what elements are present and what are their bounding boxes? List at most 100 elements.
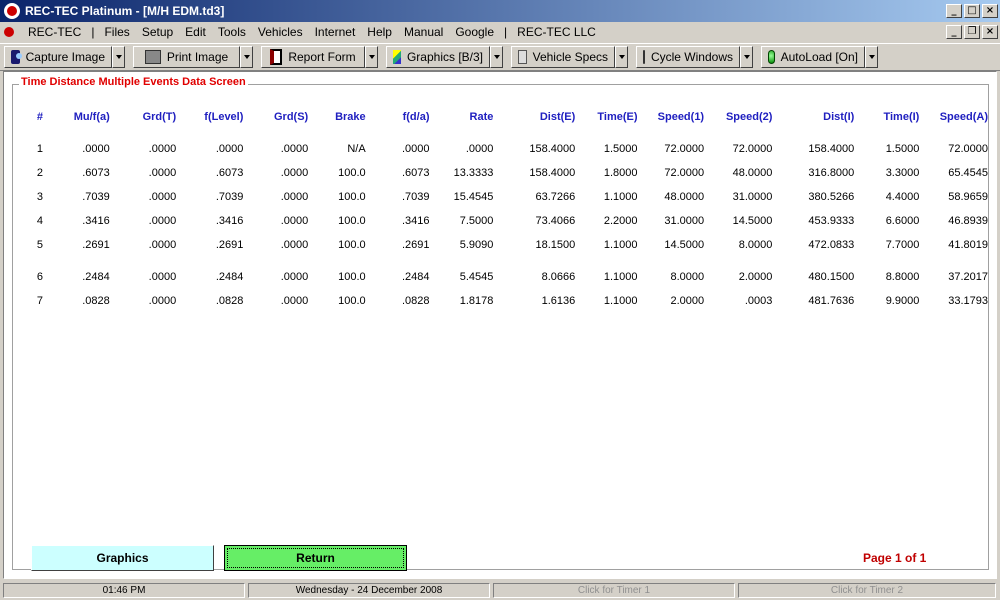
table-cell: 100.0: [338, 167, 366, 179]
menu-manual[interactable]: Manual: [398, 25, 449, 39]
table-cell: .3416: [215, 215, 244, 227]
table-cell: 6.6000: [885, 215, 920, 227]
table-cell: 481.7636: [808, 295, 855, 307]
table-cell: 46.8939: [948, 215, 988, 227]
capture-image-button[interactable]: Capture Image: [4, 46, 112, 68]
table-cell: 33.1793: [948, 295, 988, 307]
table-cell: 158.4000: [808, 143, 855, 155]
table-cell: 5.9090: [459, 239, 494, 251]
menu-separator: |: [504, 25, 508, 39]
table-cell: 1.1000: [603, 271, 638, 283]
table-cell: .3416: [82, 215, 110, 227]
table-cell: 6: [36, 271, 43, 283]
menu-rectec-llc[interactable]: REC-TEC LLC: [511, 25, 602, 39]
report-form-dropdown[interactable]: [365, 46, 378, 68]
mdi-restore-icon[interactable]: ❐: [964, 25, 980, 39]
table-row: 5 .2691 .0000 .2691 .0000 100.0 .2691 5.9090 18.…: [25, 233, 988, 257]
table-cell: 1.8000: [603, 167, 638, 179]
table-cell: 7.7000: [885, 239, 920, 251]
table-cell: .2691: [215, 239, 244, 251]
table-cell: 72.0000: [664, 143, 705, 155]
menu-help[interactable]: Help: [361, 25, 398, 39]
table-cell: .0000: [148, 295, 177, 307]
camera-icon: [11, 50, 22, 64]
table-cell: 1.1000: [603, 295, 638, 307]
menu-internet[interactable]: Internet: [309, 25, 362, 39]
menu-vehicles[interactable]: Vehicles: [252, 25, 309, 39]
column-header: Speed(1): [657, 111, 705, 123]
table-header-row: # Mu/f(a) Grd(T) f(Level) Grd(S) Brake f…: [25, 105, 988, 129]
events-table: # Mu/f(a) Grd(T) f(Level) Grd(S) Brake f…: [25, 105, 988, 313]
maximize-icon[interactable]: □: [964, 4, 980, 18]
mdi-close-icon[interactable]: ×: [982, 25, 998, 39]
table-cell: .2484: [82, 271, 110, 283]
table-cell: .0000: [280, 143, 309, 155]
app-logo-icon[interactable]: [4, 3, 20, 19]
mdi-window-controls: _ ❐ ×: [946, 25, 998, 39]
table-cell: 316.8000: [808, 167, 855, 179]
column-header: Rate: [469, 111, 494, 123]
table-cell: 2.0000: [738, 271, 773, 283]
autoload-dropdown[interactable]: [865, 46, 878, 68]
minimize-icon[interactable]: _: [946, 4, 962, 18]
menu-tools[interactable]: Tools: [212, 25, 252, 39]
report-icon: [270, 49, 283, 65]
graphics-toolbar-button[interactable]: Graphics [B/3]: [386, 46, 490, 68]
table-cell: 15.4545: [453, 191, 494, 203]
table-cell: 1: [36, 143, 43, 155]
vehicle-specs-button[interactable]: Vehicle Specs: [511, 46, 615, 68]
vehicle-specs-dropdown[interactable]: [615, 46, 628, 68]
rectec-logo-icon[interactable]: [4, 25, 20, 39]
table-cell: 100.0: [338, 215, 366, 227]
column-header: Speed(A): [939, 111, 988, 123]
table-cell: 14.5000: [664, 239, 705, 251]
table-cell: 3: [36, 191, 43, 203]
menu-edit[interactable]: Edit: [179, 25, 212, 39]
table-cell: 100.0: [338, 295, 366, 307]
table-cell: 7: [36, 295, 43, 307]
menu-google[interactable]: Google: [449, 25, 500, 39]
table-row: 2 .6073 .0000 .6073 .0000 100.0 .6073 13.3333 15…: [25, 161, 988, 185]
graphics-button[interactable]: Graphics: [31, 545, 214, 571]
table-cell: 31.0000: [664, 215, 705, 227]
table-cell: .7039: [215, 191, 244, 203]
capture-image-dropdown[interactable]: [112, 46, 125, 68]
table-cell: .0000: [148, 167, 177, 179]
table-cell: 100.0: [338, 271, 366, 283]
table-cell: .0000: [401, 143, 430, 155]
print-image-button[interactable]: Print Image: [133, 46, 240, 68]
table-row: 7 .0828 .0000 .0828 .0000 100.0 .0828 1.8178 1.6…: [25, 289, 988, 313]
table-cell: 158.4000: [529, 143, 576, 155]
mdi-minimize-icon[interactable]: _: [946, 25, 962, 39]
autoload-button[interactable]: AutoLoad [On]: [761, 46, 865, 68]
print-image-dropdown[interactable]: [240, 46, 253, 68]
graphics-toolbar-label: Graphics [B/3]: [406, 50, 483, 64]
column-header: #: [36, 111, 43, 123]
graphics-dropdown[interactable]: [490, 46, 503, 68]
status-time: 01:46 PM: [3, 583, 245, 598]
menu-bar: REC-TEC | Files Setup Edit Tools Vehicle…: [0, 22, 1000, 42]
table-cell: 472.0833: [808, 239, 855, 251]
table-cell: 1.8178: [459, 295, 494, 307]
menu-files[interactable]: Files: [98, 25, 135, 39]
return-button[interactable]: Return: [224, 545, 407, 571]
print-image-label: Print Image: [166, 50, 229, 64]
close-icon[interactable]: ×: [982, 4, 998, 18]
menu-rectec[interactable]: REC-TEC: [22, 25, 87, 39]
table-cell: 5.4545: [459, 271, 494, 283]
timer-2-pane[interactable]: Click for Timer 2: [738, 583, 996, 598]
table-cell: 9.9000: [885, 295, 920, 307]
cycle-windows-dropdown[interactable]: [740, 46, 753, 68]
table-cell: 8.0000: [738, 239, 773, 251]
table-cell: 48.0000: [664, 191, 705, 203]
page-indicator: Page 1 of 1: [863, 551, 927, 565]
menu-setup[interactable]: Setup: [136, 25, 179, 39]
report-form-button[interactable]: Report Form: [261, 46, 365, 68]
table-cell: 158.4000: [529, 167, 576, 179]
table-cell: 2.0000: [670, 295, 705, 307]
column-header: Grd(T): [142, 111, 177, 123]
table-cell: 14.5000: [732, 215, 773, 227]
cycle-windows-button[interactable]: Cycle Windows: [636, 46, 740, 68]
cycle-windows-group: Cycle Windows: [636, 46, 753, 68]
timer-1-pane[interactable]: Click for Timer 1: [493, 583, 735, 598]
